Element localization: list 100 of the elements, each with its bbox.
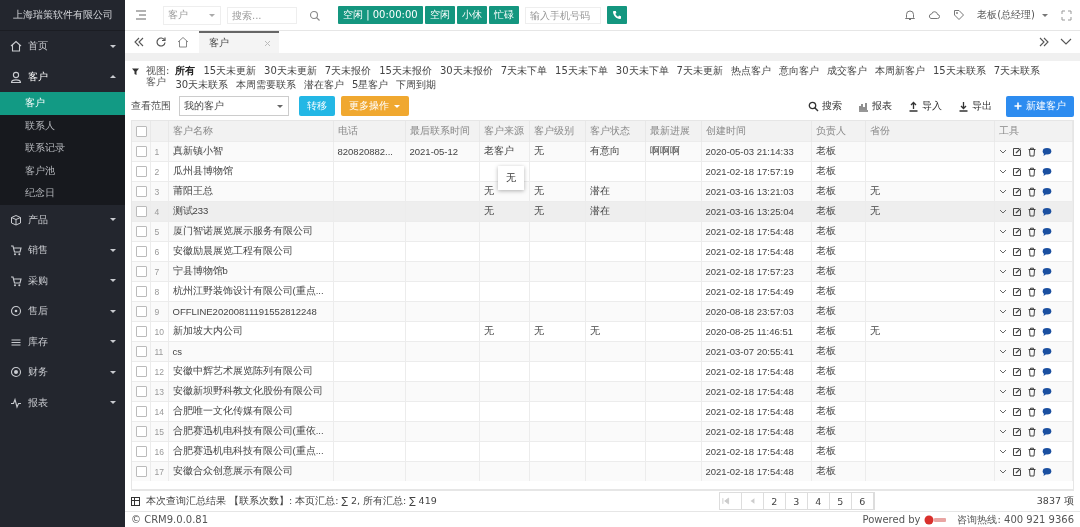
page-tab[interactable]: 客户 [199,31,279,53]
status-button[interactable]: 空闲 | 00:00:00 [338,6,423,24]
edit-icon[interactable] [1012,366,1022,377]
scope-select[interactable]: 我的客户 [179,96,289,116]
filter-icon[interactable] [131,67,140,76]
sidebar-item[interactable]: 产品 [0,204,125,235]
search-icon[interactable] [309,9,320,21]
view-filter[interactable]: 15天未联系 [932,65,986,77]
cloud-icon[interactable] [928,9,942,21]
delete-icon[interactable] [1027,186,1037,197]
home-icon[interactable] [177,36,189,48]
chevron-down-icon[interactable] [999,408,1007,415]
chevron-down-icon[interactable] [999,468,1007,475]
delete-icon[interactable] [1027,366,1037,377]
edit-icon[interactable] [1012,326,1022,337]
delete-icon[interactable] [1027,406,1037,417]
sidebar-item[interactable]: 客户 [0,61,125,92]
sidebar-item[interactable]: 采购 [0,265,125,296]
sidebar-item[interactable]: 库存 [0,326,125,357]
comment-icon[interactable] [1042,366,1052,377]
chevron-down-icon[interactable] [999,368,1007,375]
delete-icon[interactable] [1027,206,1037,217]
view-filter[interactable]: 30天未联系 [175,79,229,91]
view-filter[interactable]: 5星客户 [352,79,389,91]
comment-icon[interactable] [1042,146,1052,157]
row-checkbox[interactable] [136,286,147,298]
delete-icon[interactable] [1027,446,1037,457]
comment-icon[interactable] [1042,266,1052,277]
delete-icon[interactable] [1027,326,1037,337]
delete-icon[interactable] [1027,266,1037,277]
edit-icon[interactable] [1012,466,1022,477]
call-button[interactable] [606,6,627,24]
edit-icon[interactable] [1012,206,1022,217]
edit-icon[interactable] [1012,266,1022,277]
chevron-down-icon[interactable] [999,248,1007,255]
edit-icon[interactable] [1012,346,1022,357]
comment-icon[interactable] [1042,246,1052,257]
comment-icon[interactable] [1042,306,1052,317]
row-checkbox[interactable] [136,246,147,258]
toolbar-action[interactable]: 报表 [858,99,892,113]
row-checkbox[interactable] [136,446,147,458]
chevron-down-icon[interactable] [999,228,1007,235]
view-filter[interactable]: 7天未更新 [676,65,723,77]
page-button[interactable]: 4 [807,493,830,509]
view-filter[interactable]: 热点客户 [730,65,771,77]
view-filter[interactable]: 本周新客户 [874,65,925,77]
delete-icon[interactable] [1027,306,1037,317]
row-checkbox[interactable] [136,146,147,158]
sidebar-item[interactable]: 报表 [0,387,125,418]
row-checkbox[interactable] [136,326,147,338]
row-checkbox[interactable] [136,406,147,418]
sidebar-item[interactable]: 销售 [0,235,125,266]
row-checkbox[interactable] [136,186,147,198]
view-filter[interactable]: 7天未报价 [324,65,372,77]
page-button[interactable]: 2 [763,493,786,509]
row-checkbox[interactable] [136,266,147,278]
delete-icon[interactable] [1027,226,1037,237]
row-checkbox[interactable] [136,466,147,478]
search-field[interactable]: 搜索... [227,6,297,24]
delete-icon[interactable] [1027,466,1037,477]
view-filter[interactable]: 30天未报价 [439,65,493,77]
double-left-icon[interactable] [133,36,145,48]
sidebar-item[interactable]: 首页 [0,31,125,62]
delete-icon[interactable] [1027,246,1037,257]
page-button[interactable]: 3 [785,493,808,509]
sidebar-subitem[interactable]: 纪念日 [0,182,125,205]
row-checkbox[interactable] [136,306,147,318]
row-checkbox[interactable] [136,366,147,378]
comment-icon[interactable] [1042,406,1052,417]
view-filter[interactable]: 下周到期 [396,79,437,91]
view-filter[interactable]: 30天未下单 [615,65,669,77]
comment-icon[interactable] [1042,446,1052,457]
chevron-down-icon[interactable] [999,288,1007,295]
toolbar-action[interactable]: 导入 [908,99,942,113]
view-filter[interactable]: 意向客户 [778,65,819,77]
view-filter[interactable]: 15天未下单 [555,65,608,77]
delete-icon[interactable] [1027,386,1037,397]
edit-icon[interactable] [1012,426,1022,437]
view-filter[interactable]: 所有 [175,65,196,77]
view-filter[interactable]: 15天未更新 [203,65,257,77]
view-filter[interactable]: 本周需要联系 [236,79,297,91]
toolbar-action[interactable]: 导出 [958,99,992,113]
edit-icon[interactable] [1012,286,1022,297]
select-all-checkbox[interactable] [136,126,147,137]
delete-icon[interactable] [1027,166,1037,177]
sidebar-subitem[interactable]: 客户 [0,92,125,115]
user-menu[interactable]: 老板(总经理) [977,8,1035,22]
chevron-down-icon[interactable] [999,308,1007,315]
chevron-down-icon[interactable] [999,348,1007,355]
status-button[interactable]: 小休 [456,6,487,24]
edit-icon[interactable] [1012,166,1022,177]
edit-icon[interactable] [1012,446,1022,457]
row-checkbox[interactable] [136,386,147,398]
bell-icon[interactable] [904,9,917,21]
comment-icon[interactable] [1042,346,1052,357]
sidebar-item[interactable]: 财务 [0,357,125,388]
comment-icon[interactable] [1042,186,1052,197]
comment-icon[interactable] [1042,326,1052,337]
edit-icon[interactable] [1012,306,1022,317]
refresh-icon[interactable] [155,36,167,48]
